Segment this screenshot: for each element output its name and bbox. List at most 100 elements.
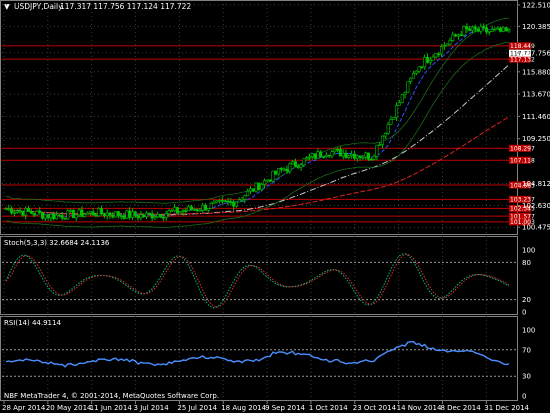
candle-body (150, 213, 154, 219)
symbol-menu-icon[interactable]: ▼ (4, 2, 10, 11)
time-label: 9 Sep 2014 (265, 404, 305, 412)
chart-window[interactable]: ▼ USDJPY,Daily 117.317 117.756 117.124 1… (0, 0, 550, 413)
candle-body (167, 210, 171, 214)
candle-body (369, 158, 373, 161)
candle-body (215, 200, 219, 203)
level-label: 108.297 (510, 146, 535, 153)
candle-body (406, 81, 410, 93)
candle-body (263, 180, 267, 185)
price-label: 115.880 (522, 68, 550, 76)
candle-body (350, 153, 354, 157)
candle-body (63, 217, 67, 220)
candle-body (428, 60, 432, 63)
candle-body (434, 53, 438, 58)
candle-body (88, 211, 92, 214)
chart-title: USDJPY,Daily (14, 2, 63, 11)
price-label: 100.475 (522, 224, 550, 232)
candle-body (352, 153, 356, 159)
candle-body (451, 34, 455, 41)
time-label: 3 Jul 2014 (134, 404, 170, 412)
price-label: 117.756 (522, 49, 550, 57)
candle-body (501, 27, 505, 32)
candle-body (198, 209, 202, 212)
candle-body (130, 211, 134, 218)
candle-body (212, 201, 216, 204)
candle-body (279, 168, 283, 170)
candle-body (226, 200, 230, 203)
rsi-label: RSI(14) 44.9114 (4, 319, 61, 327)
candle-body (336, 148, 340, 151)
rsi-panel[interactable] (0, 316, 518, 401)
candle-body (234, 201, 238, 207)
candle-body (41, 212, 45, 219)
candle-body (94, 214, 98, 217)
candle-body (46, 214, 50, 219)
candle-body (220, 200, 224, 202)
candle-body (482, 26, 486, 29)
candle-body (392, 117, 396, 120)
candle-body (153, 216, 157, 219)
stoch-tick-label: 80 (522, 259, 531, 267)
candle-body (442, 45, 446, 48)
candle-body (21, 210, 25, 216)
candle-body (465, 26, 469, 30)
candle-body (361, 156, 365, 159)
candle-body (237, 199, 241, 203)
candle-body (10, 208, 14, 214)
candle-body (161, 216, 165, 219)
price-label: 122.510 (522, 1, 550, 9)
candle-body (358, 155, 362, 158)
stoch-label: Stoch(5,3,3) 32.6684 24.1136 (4, 239, 110, 247)
candle-body (108, 212, 112, 216)
candle-body (381, 135, 385, 145)
candle-body (189, 206, 193, 211)
candle-body (260, 184, 264, 190)
candle-body (277, 168, 281, 175)
candle-body (32, 213, 36, 216)
rsi-tick-label: 0 (522, 393, 526, 401)
stoch-panel[interactable] (0, 236, 518, 315)
candle-body (437, 53, 441, 56)
candle-body (69, 210, 73, 212)
candle-body (372, 156, 376, 160)
candle-body (181, 210, 185, 212)
price-label: 113.670 (522, 91, 550, 99)
candle-body (243, 195, 247, 200)
candle-body (268, 179, 272, 182)
candle-body (470, 26, 474, 31)
stoch-tick-label: 0 (522, 309, 526, 317)
candle-body (257, 182, 261, 190)
candle-body (254, 182, 258, 192)
candle-body (324, 154, 328, 157)
candle-body (15, 210, 19, 213)
candle-body (476, 28, 480, 32)
candle-body (456, 34, 460, 37)
level-label: 107.118 (510, 157, 535, 164)
ohlc-readout: 117.317 117.756 117.124 117.722 (60, 2, 191, 11)
time-label: 31 Dec 2014 (484, 404, 529, 412)
candle-body (77, 209, 81, 216)
time-label: 11 Jun 2014 (90, 404, 133, 412)
candle-body (251, 188, 255, 192)
candle-body (282, 168, 286, 171)
candle-body (341, 152, 345, 157)
stoch-tick-label: 20 (522, 296, 531, 304)
candle-body (468, 28, 472, 31)
candle-body (316, 151, 320, 159)
candle-body (291, 161, 295, 165)
candle-body (24, 208, 28, 216)
candle-body (184, 210, 188, 212)
candle-body (389, 119, 393, 125)
candle-body (302, 158, 306, 166)
candle-body (97, 208, 101, 217)
candle-body (305, 157, 309, 160)
candle-body (364, 152, 368, 158)
time-label: 18 Aug 2014 (221, 404, 266, 412)
candle-body (136, 215, 140, 219)
candle-body (240, 198, 244, 201)
candle-body (310, 153, 314, 158)
candle-body (7, 208, 11, 210)
candle-body (66, 210, 70, 220)
candle-body (490, 29, 494, 32)
candle-body (35, 210, 39, 216)
